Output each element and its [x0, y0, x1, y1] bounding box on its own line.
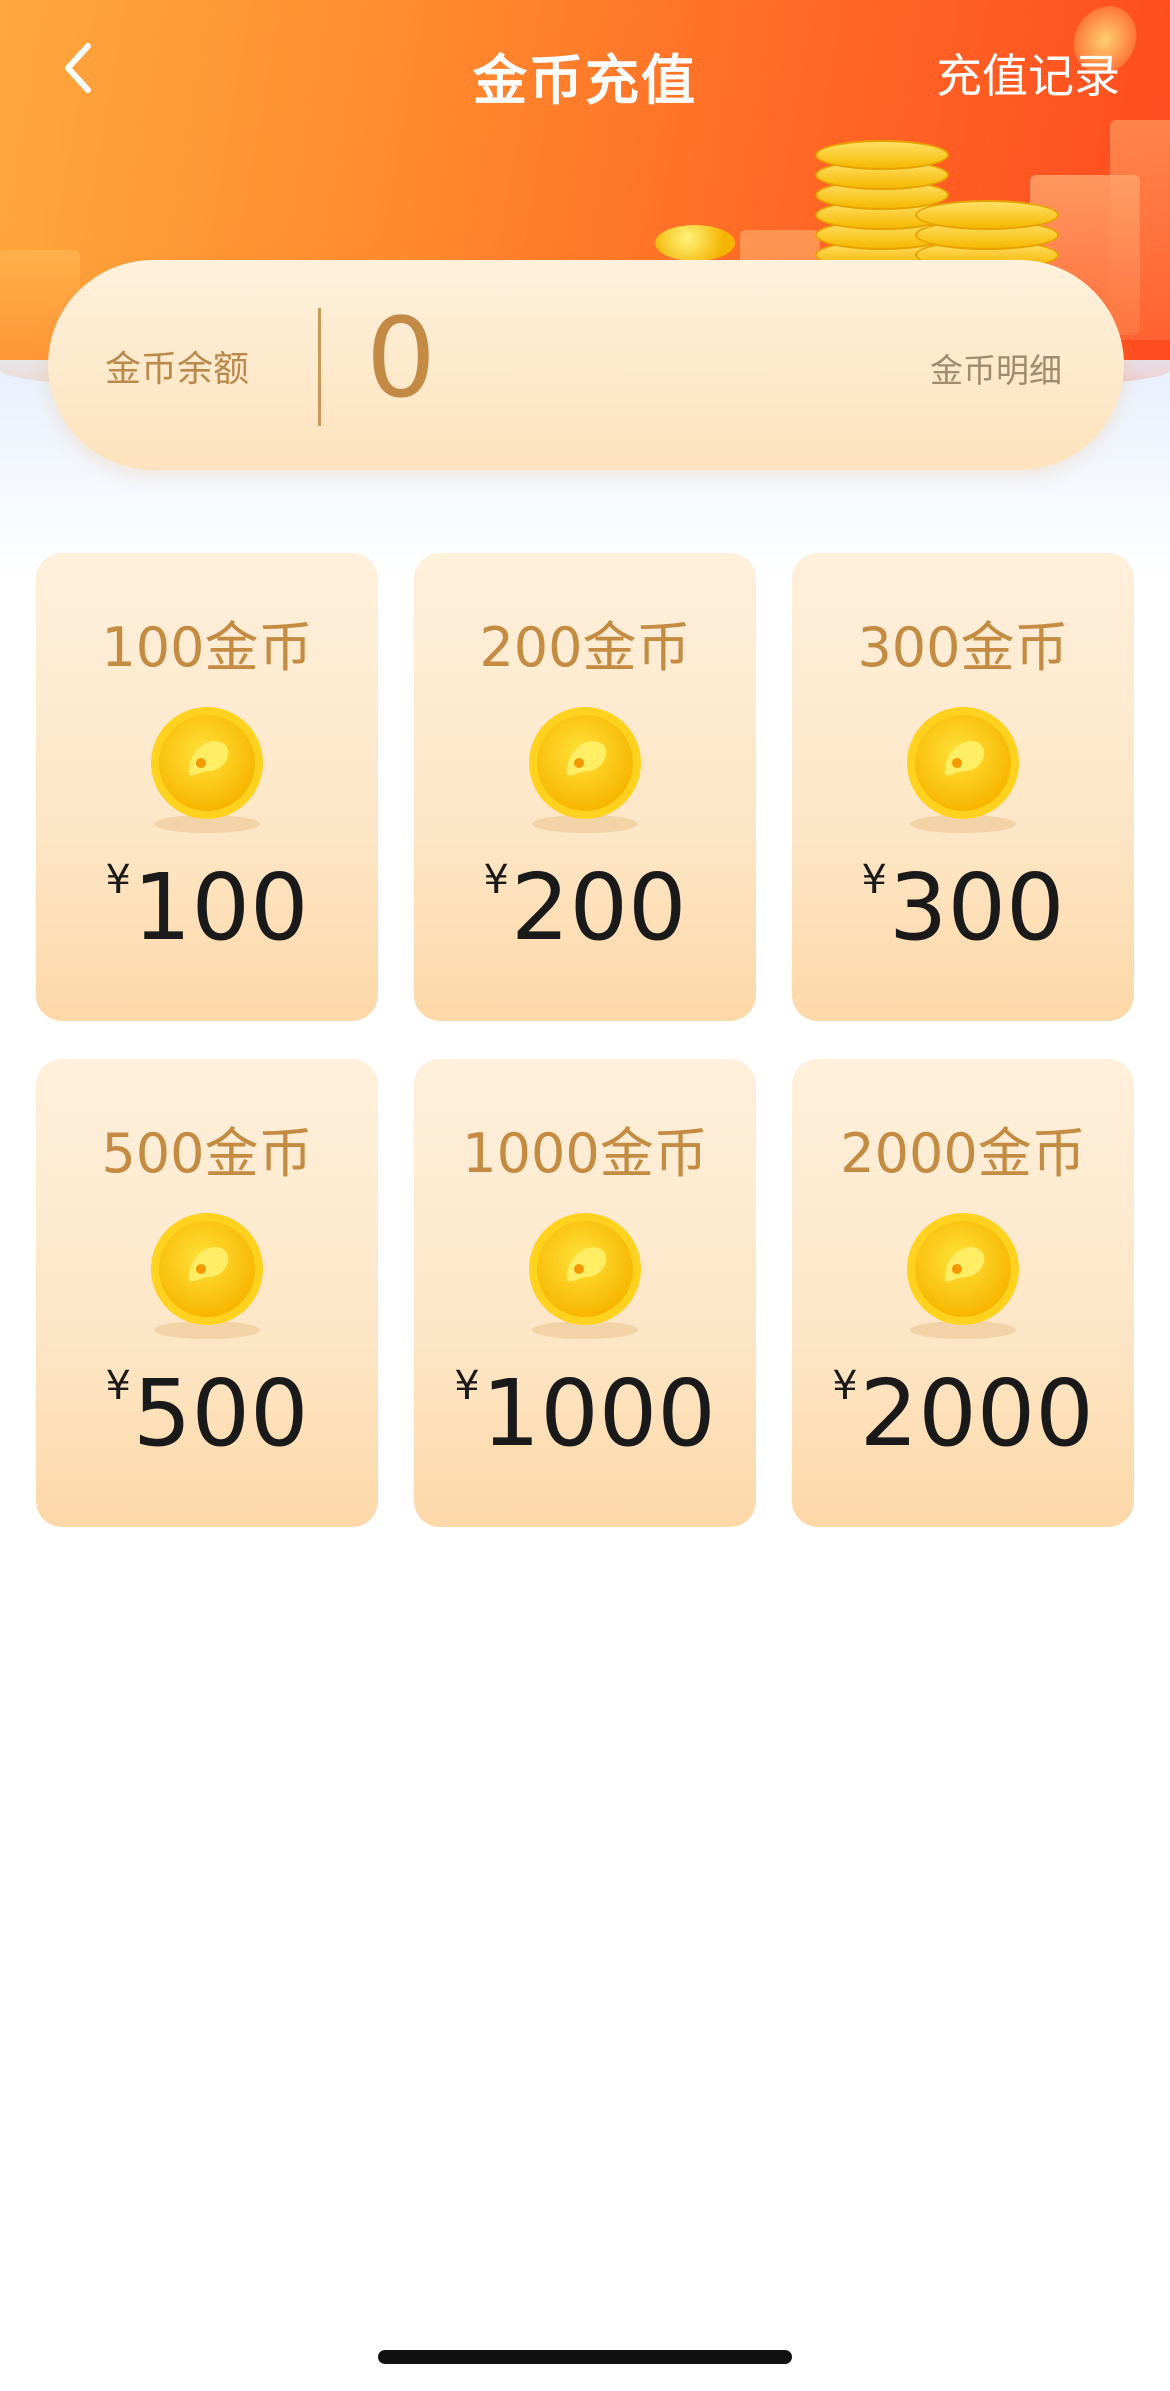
package-card-200[interactable]: 200金币 ¥200: [414, 553, 756, 1021]
package-coins-label: 2000金币: [840, 1122, 1086, 1185]
package-card-2000[interactable]: 2000金币 ¥2000: [792, 1059, 1134, 1527]
price-amount: 100: [132, 854, 309, 961]
gold-coin-icon: [151, 707, 263, 819]
gold-coin-icon: [529, 1213, 641, 1325]
recharge-history-link[interactable]: 充值记录: [936, 40, 1120, 106]
package-card-300[interactable]: 300金币 ¥300: [792, 553, 1134, 1021]
package-card-500[interactable]: 500金币 ¥500: [36, 1059, 378, 1527]
gold-coin-icon: [907, 707, 1019, 819]
currency-symbol: ¥: [483, 857, 509, 903]
price-amount: 300: [888, 854, 1065, 961]
package-card-1000[interactable]: 1000金币 ¥1000: [414, 1059, 756, 1527]
package-price: ¥2000: [792, 1359, 1134, 1469]
divider: [318, 308, 321, 426]
currency-symbol: ¥: [105, 857, 131, 903]
package-price: ¥500: [36, 1359, 378, 1469]
package-coins-label: 500金币: [101, 1122, 313, 1185]
coin-detail-link[interactable]: 金币明细: [930, 344, 1062, 392]
currency-symbol: ¥: [832, 1363, 858, 1409]
home-indicator[interactable]: [378, 2350, 792, 2364]
balance-label: 金币余额: [105, 349, 250, 390]
price-amount: 2000: [859, 1360, 1094, 1467]
package-price: ¥100: [36, 853, 378, 963]
coin-decoration: [655, 225, 735, 261]
package-price: ¥300: [792, 853, 1134, 963]
price-amount: 1000: [481, 1360, 716, 1467]
package-coins-label: 300金币: [857, 616, 1069, 679]
gold-coin-icon: [529, 707, 641, 819]
package-price: ¥200: [414, 853, 756, 963]
currency-symbol: ¥: [861, 857, 887, 903]
gold-coin-icon: [907, 1213, 1019, 1325]
currency-symbol: ¥: [454, 1363, 480, 1409]
currency-symbol: ¥: [105, 1363, 131, 1409]
package-coins-label: 1000金币: [462, 1122, 708, 1185]
gold-coin-icon: [151, 1213, 263, 1325]
navigation-bar: 金币充值 充值记录: [0, 30, 1170, 112]
package-coins-label: 100金币: [101, 616, 313, 679]
package-card-100[interactable]: 100金币 ¥100: [36, 553, 378, 1021]
balance-card: 金币余额 0 金币明细: [48, 260, 1124, 470]
package-price: ¥1000: [414, 1359, 756, 1469]
balance-value: 0: [366, 294, 436, 422]
price-amount: 500: [132, 1360, 309, 1467]
package-coins-label: 200金币: [479, 616, 691, 679]
price-amount: 200: [510, 854, 687, 961]
